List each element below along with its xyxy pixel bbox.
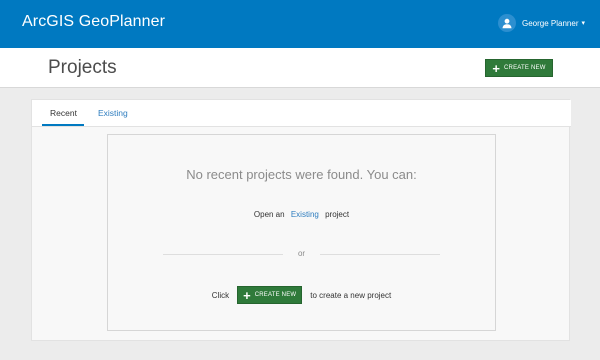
open-prefix: Open an: [253, 210, 285, 219]
empty-state-message: No recent projects were found. You can:: [186, 167, 417, 182]
create-new-line: Click + CREATE NEW to create a new proje…: [108, 285, 495, 305]
plus-icon: +: [492, 60, 501, 76]
click-suffix: to create a new project: [310, 290, 392, 300]
plus-icon: +: [243, 287, 251, 303]
top-nav-bar: ArcGIS GeoPlanner George Planner ▾: [0, 0, 600, 48]
open-existing-line: Open an Existing project: [108, 210, 495, 219]
project-tabs: Recent Existing: [32, 100, 571, 127]
inline-create-new-label: CREATE NEW: [254, 292, 297, 298]
user-menu[interactable]: George Planner ▾: [498, 12, 585, 34]
create-new-label: CREATE NEW: [504, 65, 546, 71]
open-suffix: project: [325, 210, 350, 219]
page-title: Projects: [48, 57, 117, 78]
divider-line-right: [320, 254, 440, 255]
tab-existing[interactable]: Existing: [98, 108, 128, 118]
create-new-button[interactable]: + CREATE NEW: [485, 59, 553, 77]
existing-link[interactable]: Existing: [291, 210, 319, 219]
user-avatar-icon: [498, 14, 516, 32]
click-prefix: Click: [211, 290, 230, 300]
active-tab-indicator: [42, 124, 84, 126]
page-header: Projects + CREATE NEW: [0, 48, 600, 88]
projects-panel: Recent Existing No recent projects were …: [31, 99, 571, 341]
or-divider: or: [163, 249, 440, 259]
inline-create-new-button[interactable]: + CREATE NEW: [237, 286, 303, 304]
user-name: George Planner: [522, 18, 579, 28]
caret-down-icon: ▾: [581, 20, 585, 27]
empty-state-box: No recent projects were found. You can: …: [107, 134, 496, 331]
app-title[interactable]: ArcGIS GeoPlanner: [22, 13, 165, 31]
tab-recent[interactable]: Recent: [50, 108, 77, 118]
